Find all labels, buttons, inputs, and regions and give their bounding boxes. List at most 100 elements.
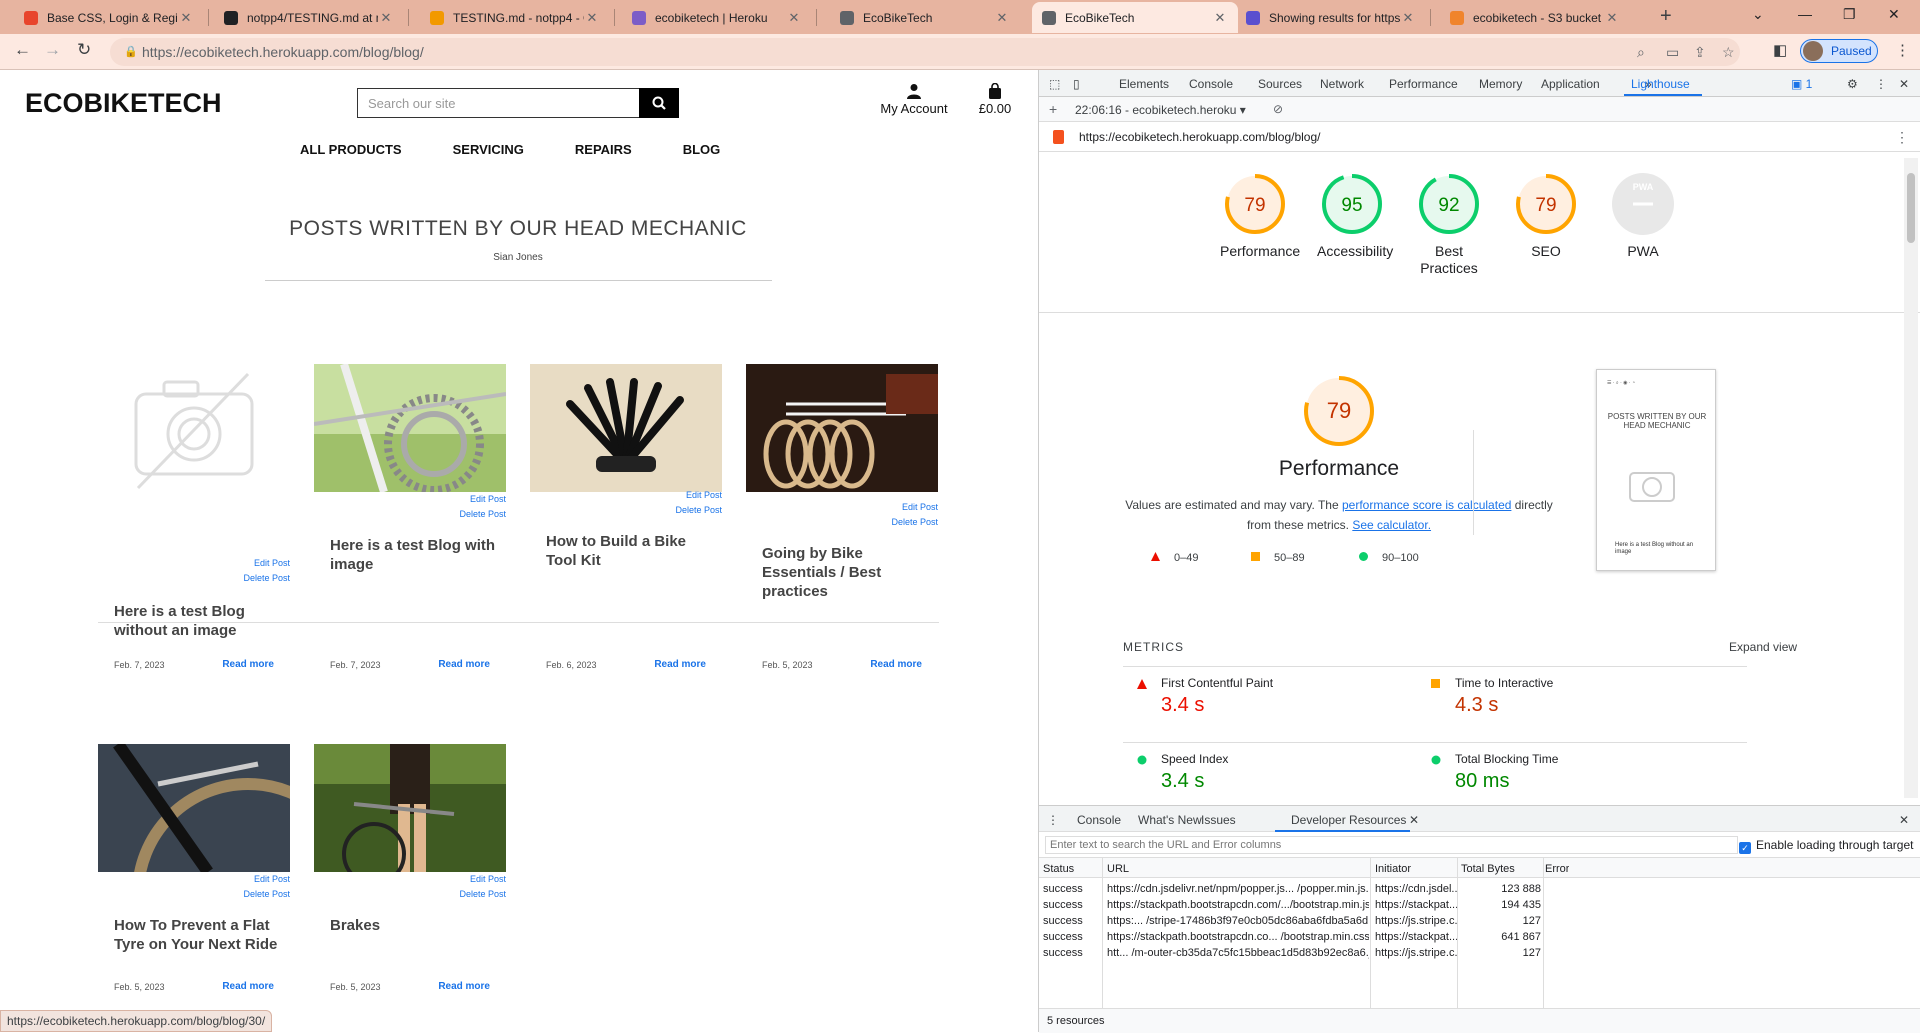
gauge-performance[interactable]: 79 Performance [1220,171,1300,260]
blog-post-image[interactable] [98,744,290,872]
back-icon[interactable]: ← [14,40,31,60]
new-tab-icon[interactable]: + [1660,5,1672,28]
browser-tab[interactable]: TESTING.md - notpp4 - Gi ✕ [420,2,610,33]
blog-post-title[interactable]: Going by Bike Essentials / Best practice… [762,544,934,601]
blog-post-title[interactable]: How To Prevent a Flat Tyre on Your Next … [114,916,286,954]
drawer-tab-developer-resources[interactable]: Developer Resources [1291,813,1406,827]
zoom-icon[interactable]: ⌕ [1637,44,1645,61]
report-url[interactable]: https://ecobiketech.herokuapp.com/blog/b… [1079,130,1321,144]
delete-post-link[interactable]: Delete Post [243,889,290,899]
settings-gear-icon[interactable]: ⚙ [1847,77,1858,91]
edit-post-link[interactable]: Edit Post [470,494,506,504]
browser-menu-icon[interactable]: ⋮ [1895,41,1910,59]
blog-post-title[interactable]: Here is a test Blog with image [330,536,502,574]
blog-post-title[interactable]: Here is a test Blog without an image [114,602,286,640]
gauge-best-practices[interactable]: 92 Best Practices [1414,171,1484,277]
blog-post-image[interactable] [746,364,938,492]
page-screenshot-thumbnail[interactable]: ☰ · ⌕ · ◉ · ◔ POSTS WRITTEN BY OUR HEAD … [1596,369,1716,571]
side-panel-icon[interactable]: ◧ [1773,41,1787,59]
search-button[interactable] [639,88,679,118]
column-header[interactable]: Error [1545,863,1569,875]
delete-post-link[interactable]: Delete Post [243,573,290,583]
table-row[interactable]: success https://cdn.jsdelivr.net/npm/popp… [1039,882,1920,898]
devtools-tab-memory[interactable]: Memory [1479,77,1522,91]
issues-badge[interactable]: ▣ 1 [1791,77,1812,91]
expand-view-button[interactable]: Expand view [1729,640,1797,654]
drawer-tab-issues[interactable]: Issues [1201,813,1236,827]
column-header[interactable]: Status [1043,863,1074,875]
browser-tab[interactable]: Base CSS, Login & Registra✕ [14,2,204,33]
table-row[interactable]: success https:... /stripe-17486b3f97e0cb0… [1039,914,1920,930]
browser-tab[interactable]: EcoBikeTech ✕ [1032,2,1238,33]
column-header[interactable]: Total Bytes [1461,863,1515,875]
close-tab-icon[interactable]: ✕ [786,10,802,26]
inspect-element-icon[interactable]: ⬚ [1049,77,1060,91]
shopping-bag-link[interactable]: £0.00 [975,83,1015,116]
gauge-seo[interactable]: 79 SEO [1511,171,1581,260]
drawer-menu-icon[interactable]: ⋮ [1047,813,1059,827]
close-tab-icon[interactable]: ✕ [378,10,394,26]
reload-icon[interactable]: ↻ [77,40,91,60]
scrollbar-thumb[interactable] [1907,173,1915,243]
blog-post-title[interactable]: Brakes [330,916,502,935]
report-scrollbar[interactable] [1904,158,1918,798]
read-more-link[interactable]: Read more [870,659,922,670]
table-row[interactable]: success https://stackpath.bootstrapcdn.co… [1039,898,1920,914]
nav-repairs[interactable]: REPAIRS [575,142,632,157]
profile-button[interactable]: Paused [1800,39,1878,63]
report-menu-icon[interactable]: ⋮ [1895,129,1909,146]
browser-tab[interactable]: notpp4/TESTING.md at ma ✕ [214,2,404,33]
read-more-link[interactable]: Read more [438,981,490,992]
my-account-link[interactable]: My Account [874,83,954,116]
browser-tab[interactable]: Showing results for https:/✕ [1236,2,1426,33]
edit-post-link[interactable]: Edit Post [254,558,290,568]
install-app-icon[interactable]: ▭ [1666,44,1679,61]
devtools-tab-performance[interactable]: Performance [1389,77,1458,91]
read-more-link[interactable]: Read more [222,981,274,992]
column-header[interactable]: URL [1107,863,1129,875]
table-row[interactable]: success htt... /m-outer-cb35da7c5fc15bbea… [1039,946,1920,962]
close-devtools-icon[interactable]: ✕ [1899,77,1909,91]
close-tab-icon[interactable]: ✕ [178,10,194,26]
devtools-tab-console[interactable]: Console [1189,77,1233,91]
clear-reports-icon[interactable]: ⊘ [1273,102,1283,116]
blog-post-title[interactable]: How to Build a Bike Tool Kit [546,532,718,570]
address-bar[interactable]: 🔒 https://ecobiketech.herokuapp.com/blog… [110,38,1740,66]
close-tab-icon[interactable]: ✕ [1400,10,1416,26]
delete-post-link[interactable]: Delete Post [459,889,506,899]
forward-icon[interactable]: → [44,40,61,60]
report-selector[interactable]: 22:06:16 - ecobiketech.heroku ▾ [1075,103,1246,117]
see-calculator-link[interactable]: See calculator. [1352,518,1431,532]
close-drawer-icon[interactable]: ✕ [1899,813,1909,827]
blog-post-image[interactable] [530,364,722,492]
drawer-tab-console[interactable]: Console [1077,813,1121,827]
edit-post-link[interactable]: Edit Post [254,874,290,884]
table-row[interactable]: success https://stackpath.bootstrapcdn.co… [1039,930,1920,946]
close-drawer-tab-icon[interactable]: ✕ [1409,813,1419,827]
restore-icon[interactable]: ❐ [1843,6,1856,23]
column-header[interactable]: Initiator [1375,863,1411,875]
nav-all-products[interactable]: ALL PRODUCTS [300,142,402,157]
nav-servicing[interactable]: SERVICING [453,142,524,157]
gauge-accessibility[interactable]: 95 Accessibility [1317,171,1393,260]
filter-input[interactable]: Enter text to search the URL and Error c… [1045,836,1738,854]
performance-big-gauge[interactable]: 79 [1301,373,1377,449]
devtools-tab-sources[interactable]: Sources [1258,77,1302,91]
delete-post-link[interactable]: Delete Post [459,509,506,519]
gauge-pwa[interactable]: PWA PWA [1608,171,1678,260]
new-report-icon[interactable]: + [1049,101,1057,117]
close-tab-icon[interactable]: ✕ [1604,10,1620,26]
bookmark-star-icon[interactable]: ☆ [1722,44,1735,61]
blog-post-image[interactable] [314,744,506,872]
edit-post-link[interactable]: Edit Post [470,874,506,884]
read-more-link[interactable]: Read more [438,659,490,670]
browser-tab[interactable]: ecobiketech - S3 bucket ✕ [1440,2,1630,33]
browser-tab[interactable]: EcoBikeTech ✕ [830,2,1020,33]
read-more-link[interactable]: Read more [654,659,706,670]
tab-search-icon[interactable]: ⌄ [1752,6,1764,23]
devtools-tab-elements[interactable]: Elements [1119,77,1169,91]
read-more-link[interactable]: Read more [222,659,274,670]
site-logo[interactable]: ECOBIKETECH [25,88,222,119]
delete-post-link[interactable]: Delete Post [891,517,938,527]
enable-loading-checkbox[interactable]: ✓ Enable loading through target [1739,838,1913,854]
